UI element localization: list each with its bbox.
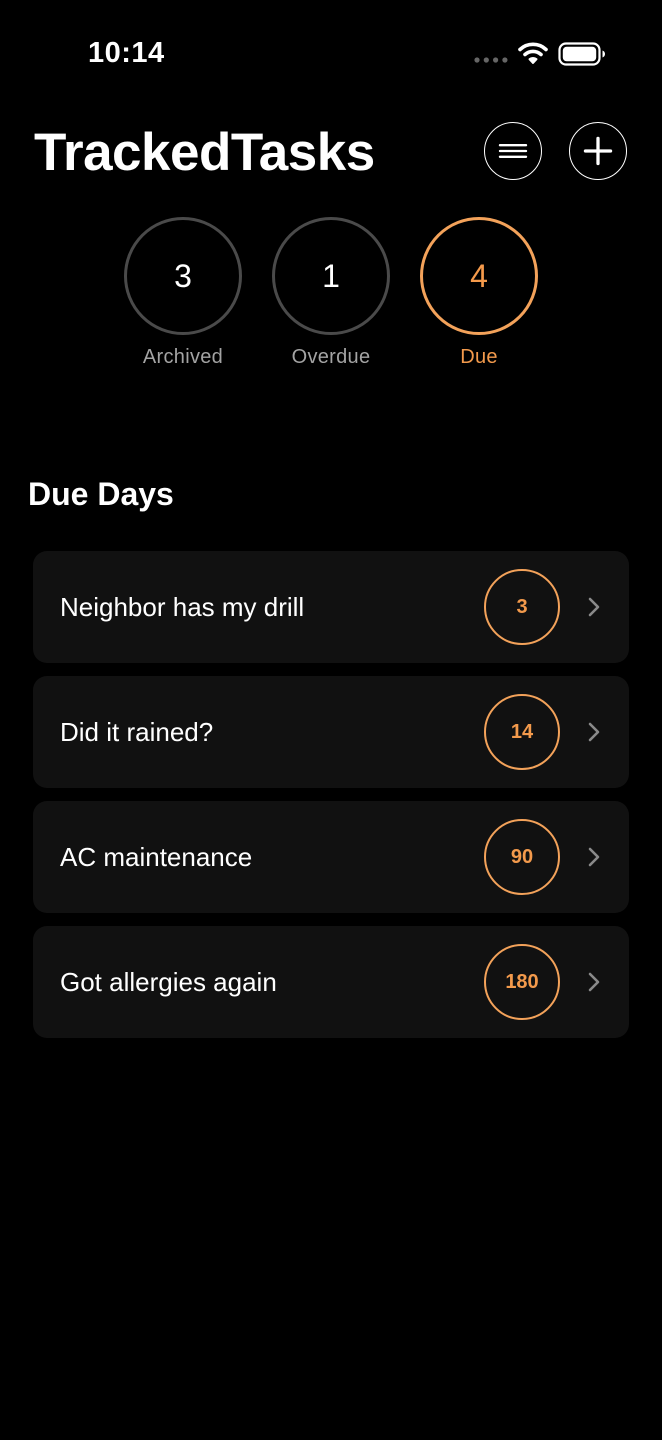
chevron-right-icon <box>588 722 600 742</box>
due-days-badge: 90 <box>484 819 560 895</box>
due-count: 4 <box>420 217 538 335</box>
page-title: TrackedTasks <box>34 123 375 182</box>
task-row[interactable]: AC maintenance 90 <box>33 801 629 913</box>
archived-label: Archived <box>142 346 224 368</box>
chevron-right-icon <box>588 597 600 617</box>
task-row[interactable]: Neighbor has my drill 3 <box>33 551 629 663</box>
archived-filter[interactable]: 3 Archived <box>124 217 242 369</box>
menu-button[interactable] <box>484 122 542 180</box>
overdue-count: 1 <box>272 217 390 335</box>
overdue-filter[interactable]: 1 Overdue <box>272 217 390 369</box>
status-bar: 10:14 <box>0 0 662 100</box>
archived-count: 3 <box>124 217 242 335</box>
task-row[interactable]: Got allergies again 180 <box>33 926 629 1038</box>
task-name: Neighbor has my drill <box>60 592 305 622</box>
task-list: Neighbor has my drill 3 Did it rained? 1… <box>33 551 629 1051</box>
status-time: 10:14 <box>88 37 165 69</box>
due-days-badge: 180 <box>484 944 560 1020</box>
due-filter[interactable]: 4 Due <box>420 217 538 369</box>
chevron-right-icon <box>588 972 600 992</box>
due-label: Due <box>460 346 498 368</box>
overdue-label: Overdue <box>291 346 371 368</box>
section-title: Due Days <box>28 476 174 512</box>
battery-icon <box>558 42 605 66</box>
list-icon <box>498 144 528 158</box>
chevron-right-icon <box>588 847 600 867</box>
wifi-icon <box>518 42 548 64</box>
task-name: Did it rained? <box>60 717 214 747</box>
due-days-badge: 14 <box>484 694 560 770</box>
signal-icon <box>474 57 508 63</box>
add-task-button[interactable] <box>569 122 627 180</box>
task-name: AC maintenance <box>60 842 253 872</box>
plus-icon <box>583 136 613 166</box>
task-row[interactable]: Did it rained? 14 <box>33 676 629 788</box>
task-name: Got allergies again <box>60 967 277 997</box>
due-days-badge: 3 <box>484 569 560 645</box>
